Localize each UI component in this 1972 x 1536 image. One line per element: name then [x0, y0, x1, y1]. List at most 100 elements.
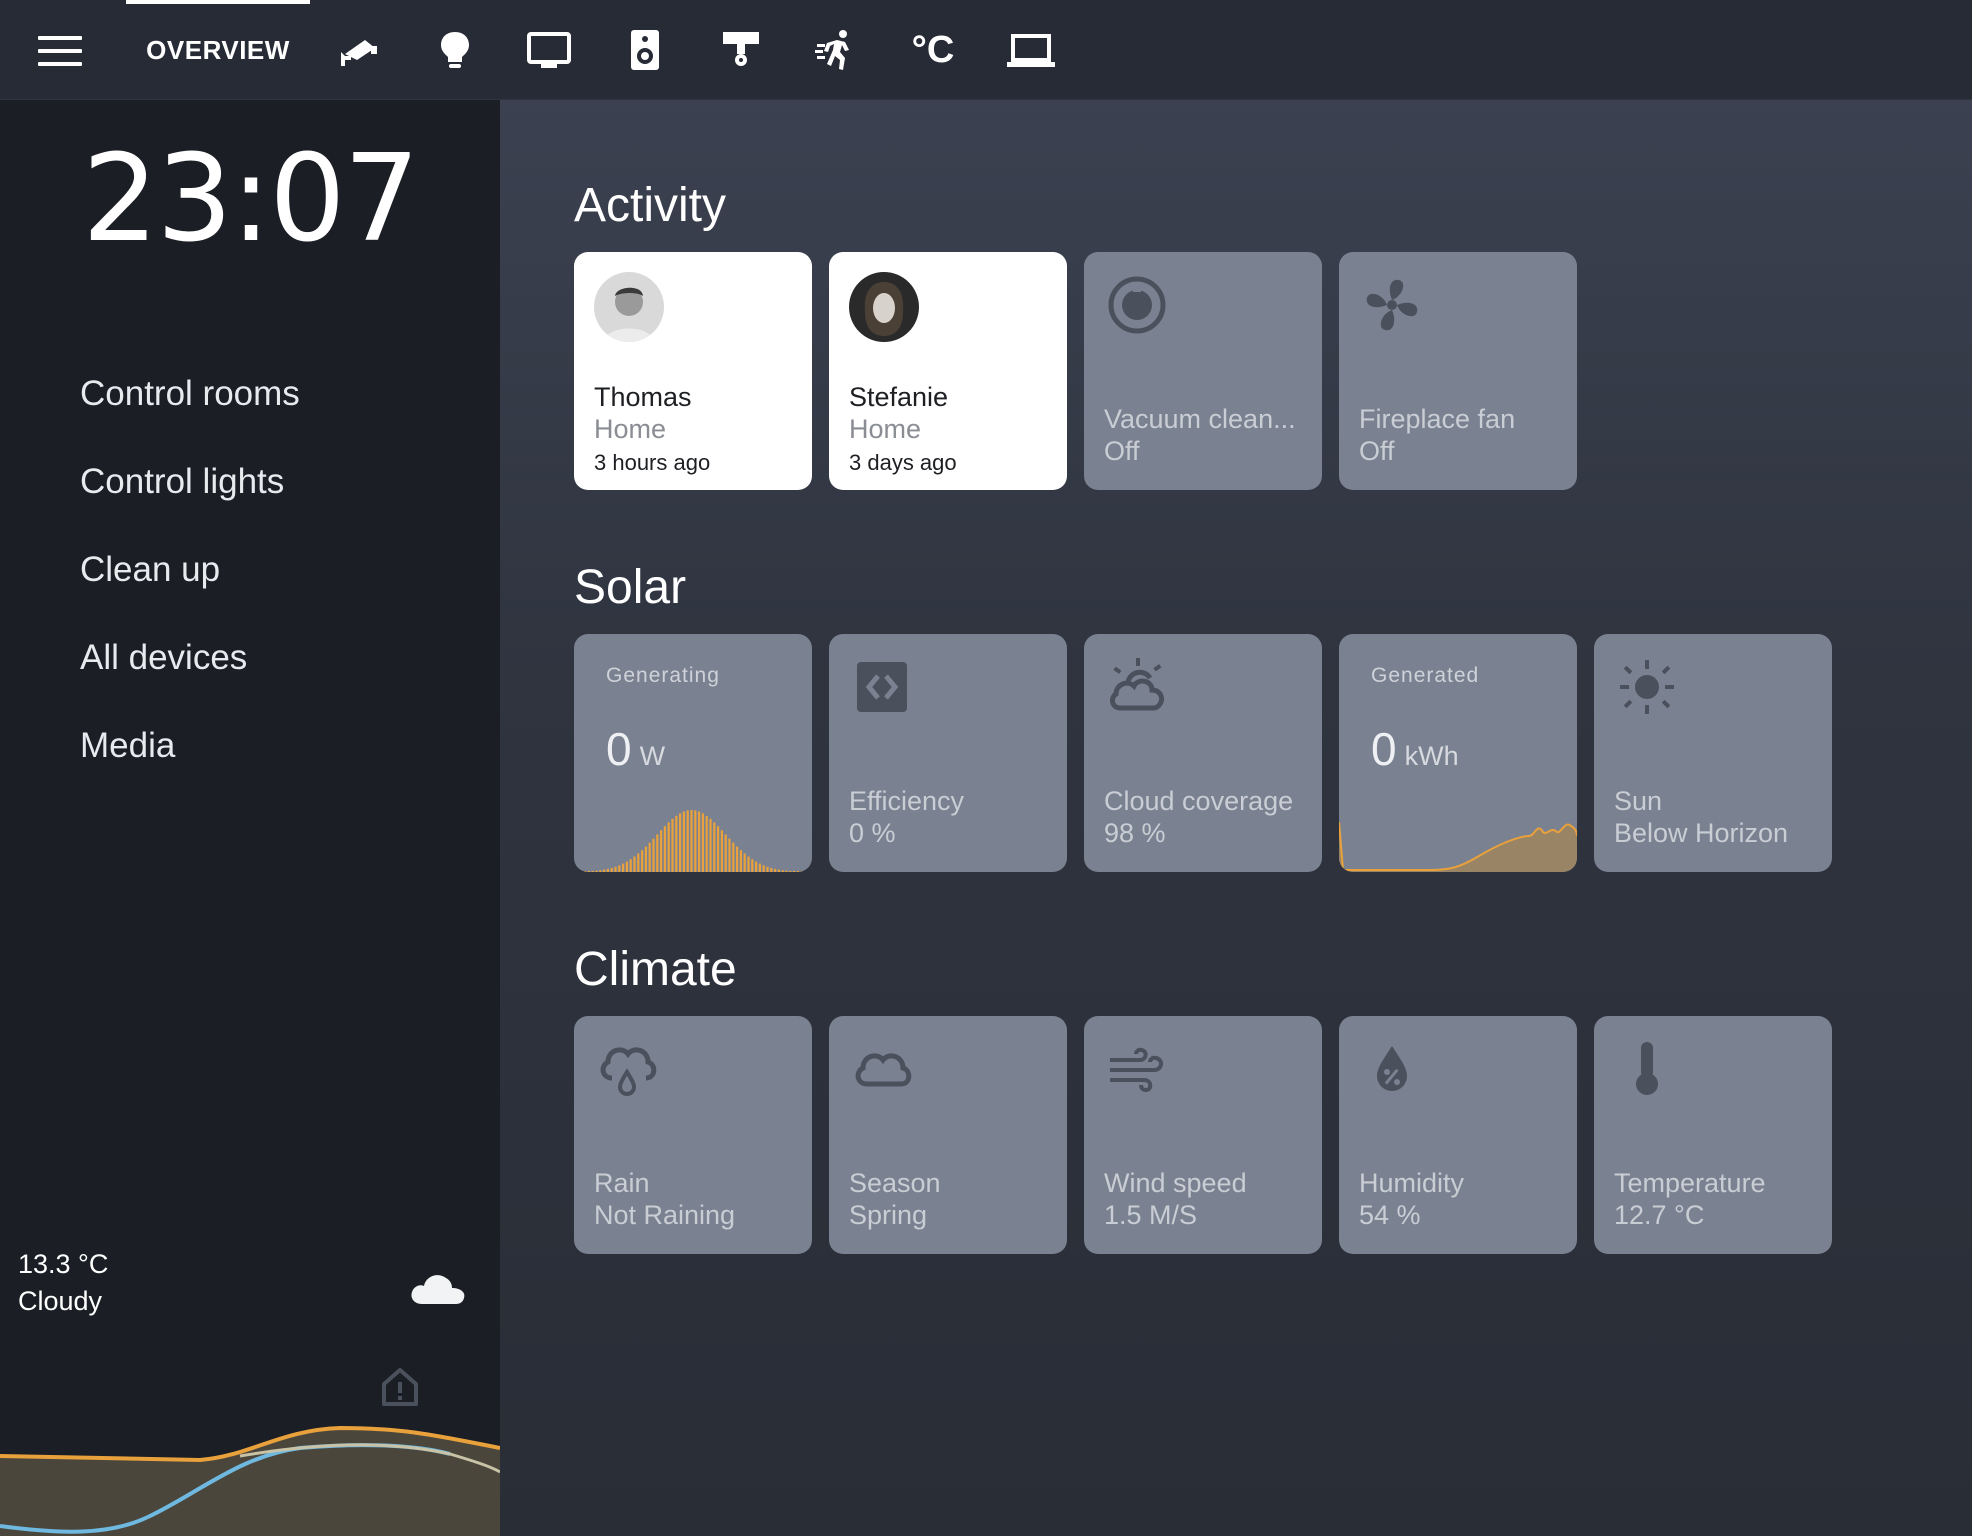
generating-bar	[736, 846, 739, 872]
lightbulb-icon	[441, 32, 469, 68]
sensor-state: 1.5 M/S	[1104, 1200, 1198, 1230]
sensor-name: Cloud coverage	[1104, 786, 1294, 816]
sensor-card-rain[interactable]: Rain Not Raining	[574, 1016, 812, 1254]
device-card-fireplace-fan[interactable]: Fireplace fan Off	[1339, 252, 1577, 490]
person-name: Thomas	[594, 382, 692, 412]
device-card-vacuum[interactable]: Vacuum clean... Off	[1084, 252, 1322, 490]
generating-bar	[713, 822, 716, 872]
cloud-outline-icon	[855, 1053, 912, 1087]
avatar	[594, 272, 664, 342]
device-name: Fireplace fan	[1359, 404, 1516, 434]
nav-item-control-lights[interactable]: Control lights	[80, 438, 300, 526]
sensor-card-season[interactable]: Season Spring	[829, 1016, 1067, 1254]
thermometer-icon	[1636, 1042, 1658, 1095]
weather-condition: Cloudy	[18, 1286, 103, 1316]
person-name: Stefanie	[849, 382, 949, 412]
tab-lights[interactable]	[430, 0, 480, 100]
partly-cloudy-icon	[1110, 658, 1165, 711]
generating-bar	[606, 868, 609, 872]
person-state: Home	[594, 414, 667, 444]
nav-item-control-rooms[interactable]: Control rooms	[80, 350, 300, 438]
sensor-card-humidity[interactable]: Humidity 54 %	[1339, 1016, 1577, 1254]
person-last-changed: 3 hours ago	[594, 450, 711, 475]
generating-bar	[652, 838, 655, 872]
sensor-card-sun[interactable]: Sun Below Horizon	[1594, 634, 1832, 872]
cloud-icon	[411, 1275, 465, 1304]
sensor-name: Rain	[594, 1168, 650, 1198]
generating-bar	[800, 871, 803, 872]
generating-bar	[660, 830, 663, 872]
generating-bar	[648, 842, 651, 872]
tab-overview-label: OVERVIEW	[146, 34, 290, 65]
hamburger-menu-icon[interactable]	[38, 36, 82, 66]
sensor-state: Below Horizon	[1614, 818, 1789, 848]
robot-vacuum-icon	[1108, 276, 1166, 334]
weather-widget[interactable]: 13.3 °C Cloudy	[18, 1246, 108, 1320]
person-card-thomas[interactable]: Thomas Home 3 hours ago	[574, 252, 812, 490]
sidebar-sparkline	[0, 1425, 500, 1536]
person-card-stefanie[interactable]: Stefanie Home 3 days ago	[829, 252, 1067, 490]
sensor-card-temperature[interactable]: Temperature 12.7 °C	[1594, 1016, 1832, 1254]
generating-bar	[705, 815, 708, 872]
generating-bar	[743, 853, 746, 872]
sensor-label: Generated	[1371, 664, 1480, 687]
sensor-name: Wind speed	[1104, 1168, 1247, 1198]
sensor-state: 54 %	[1359, 1200, 1421, 1230]
sensor-card-efficiency[interactable]: Efficiency 0 %	[829, 634, 1067, 872]
generating-bar	[629, 859, 632, 872]
main-content: Activity Thomas Home 3 hours ago Stefani…	[500, 100, 1972, 1536]
device-name: Vacuum clean...	[1104, 404, 1296, 434]
generating-bar	[622, 863, 625, 872]
sensor-state: 0 %	[849, 818, 896, 848]
sensor-card-generated[interactable]: Generated 0 kWh	[1339, 634, 1577, 872]
generating-bar	[747, 856, 750, 872]
nav-item-media[interactable]: Media	[80, 702, 300, 790]
laptop-icon	[1007, 34, 1055, 67]
tab-ceiling[interactable]	[716, 0, 766, 100]
sensor-value: 0 kWh	[1371, 723, 1459, 775]
generating-bar	[774, 868, 777, 872]
tab-computers[interactable]	[1004, 0, 1058, 100]
tab-cameras[interactable]	[334, 0, 384, 100]
section-title-activity: Activity	[574, 179, 727, 232]
tab-speakers[interactable]	[620, 0, 670, 100]
sensor-name: Temperature	[1614, 1168, 1766, 1198]
generating-bar	[785, 870, 788, 872]
generating-bar	[781, 870, 784, 872]
tab-overview[interactable]: OVERVIEW	[126, 0, 310, 100]
generating-bar	[766, 866, 769, 872]
tab-climate[interactable]: °C	[908, 0, 958, 100]
tab-tv[interactable]	[524, 0, 574, 100]
generating-bar	[755, 861, 758, 872]
generating-bar	[614, 866, 617, 872]
sensor-card-wind-speed[interactable]: Wind speed 1.5 M/S	[1084, 1016, 1322, 1254]
generating-bar	[595, 870, 598, 872]
section-title-solar: Solar	[574, 561, 687, 614]
tab-motion[interactable]	[812, 0, 862, 100]
nav-item-clean-up[interactable]: Clean up	[80, 526, 300, 614]
sensor-label: Generating	[606, 664, 720, 687]
rain-icon	[600, 1047, 657, 1096]
wind-icon	[1110, 1047, 1163, 1093]
cctv-camera-icon	[341, 40, 377, 66]
generating-bar	[682, 811, 685, 872]
generating-bar	[789, 871, 792, 872]
humidity-icon	[1377, 1046, 1407, 1091]
device-state: Off	[1104, 436, 1140, 466]
nav-item-all-devices[interactable]: All devices	[80, 614, 300, 702]
weather-temperature: 13.3 °C	[18, 1249, 109, 1279]
sensor-state: 12.7 °C	[1614, 1200, 1705, 1230]
generating-bar	[762, 865, 765, 872]
section-title-climate: Climate	[574, 943, 737, 996]
sensor-card-generating[interactable]: Generating 0W	[574, 634, 812, 872]
generating-bar	[720, 830, 723, 872]
celsius-icon: °C	[911, 28, 955, 71]
speaker-icon	[631, 30, 659, 70]
generating-bar	[709, 818, 712, 872]
generating-bar	[679, 813, 682, 872]
generating-bar	[793, 871, 796, 872]
home-alert-icon[interactable]	[376, 1362, 424, 1410]
person-state: Home	[849, 414, 922, 444]
sensor-card-cloud-coverage[interactable]: Cloud coverage 98 %	[1084, 634, 1322, 872]
generating-bar	[796, 871, 799, 872]
